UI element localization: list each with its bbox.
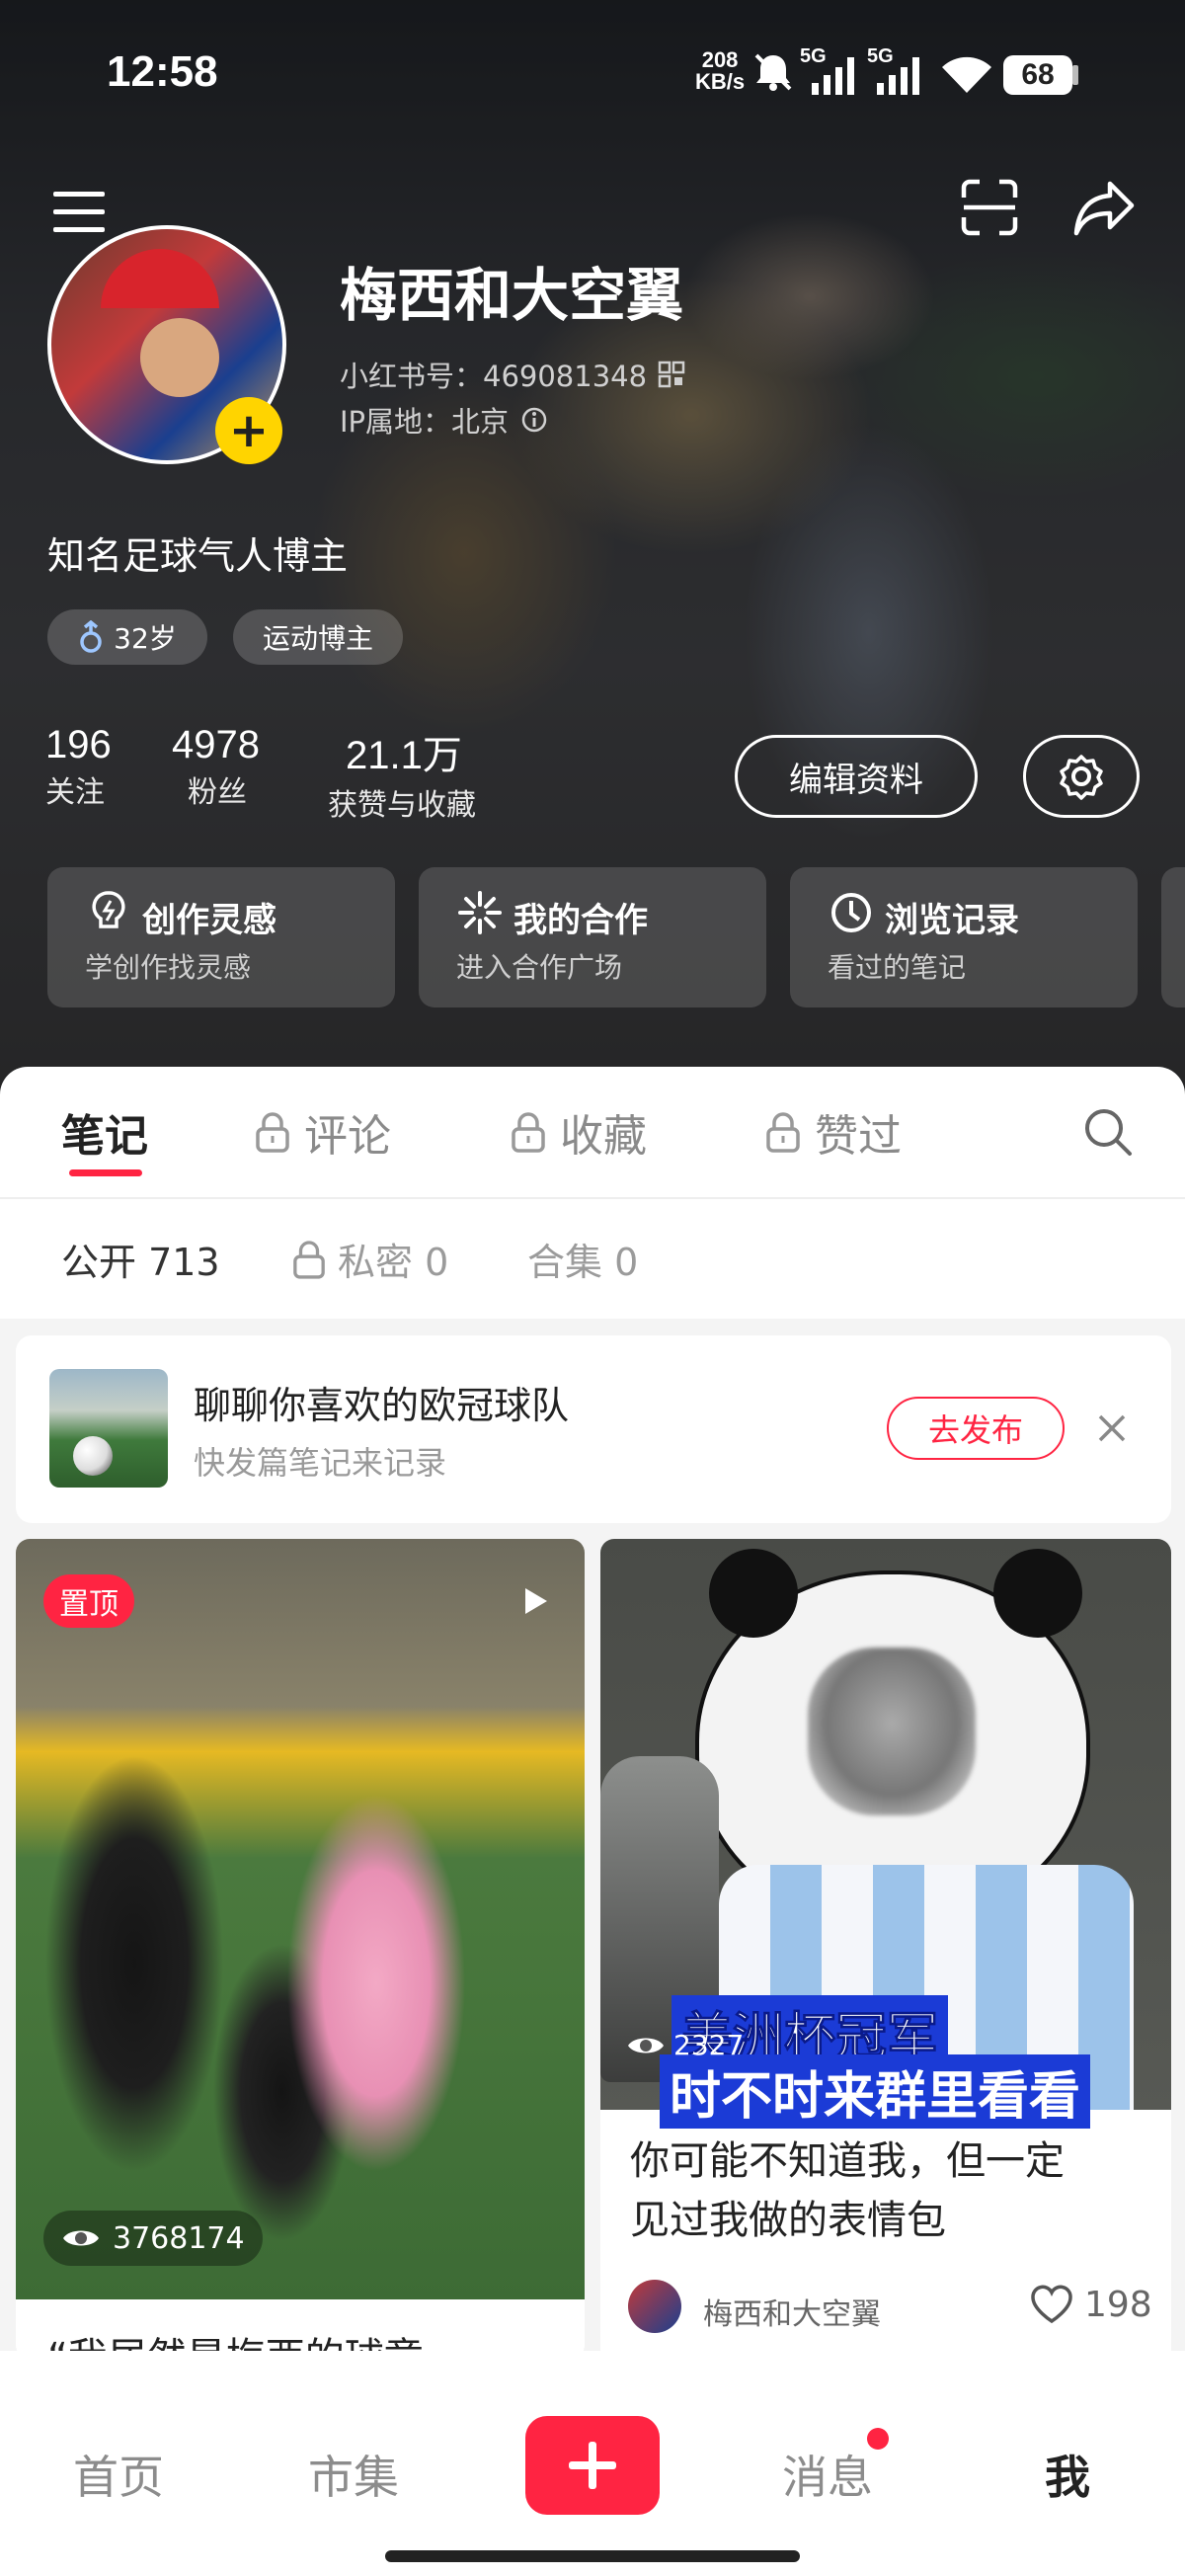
bottom-navigation (0, 2351, 1185, 2576)
views-pill: 3768174 (43, 2211, 263, 2266)
like-button[interactable]: 198 (1029, 2284, 1152, 2325)
video-play-icon (525, 1588, 547, 1614)
post-card-meme[interactable]: 美洲杯冠军 时不时来群里看看 2327 你可能不知道我，但一定 见过我做的表情包… (600, 1539, 1171, 2369)
prompt-thumbnail (49, 1369, 168, 1488)
meme-caption-2: 时不时来群里看看 (660, 2054, 1091, 2129)
pinned-badge: 置顶 (43, 1574, 134, 1628)
post-image-match (16, 1539, 585, 2299)
author-avatar[interactable] (628, 2280, 681, 2333)
views-pill: 2327 (626, 2029, 744, 2061)
post-image-meme: 美洲杯冠军 时不时来群里看看 2327 (600, 1539, 1171, 2129)
eye-icon (63, 2230, 99, 2246)
prompt-subtitle: 快发篇笔记来记录 (194, 1444, 447, 1482)
football-image (73, 1436, 113, 1476)
post-card-pinned[interactable]: 置顶 3768174 “我居然是梅西的球童 (16, 1539, 585, 2359)
publish-prompt-card[interactable]: 聊聊你喜欢的欧冠球队 快发篇笔记来记录 去发布 (16, 1335, 1171, 1523)
heart-icon (1031, 2285, 1072, 2324)
author-name[interactable]: 梅西和大空翼 (703, 2290, 881, 2333)
prompt-title: 聊聊你喜欢的欧冠球队 (194, 1384, 570, 1427)
publish-button[interactable]: 去发布 (887, 1397, 1065, 1460)
panda-ear-right (993, 1549, 1082, 1638)
eye-icon (628, 2038, 664, 2053)
post-title: 你可能不知道我，但一定 见过我做的表情包 (630, 2138, 1065, 2243)
panda-ear-left (709, 1549, 798, 1638)
meme-face (808, 1648, 976, 1815)
close-icon[interactable] (1094, 1410, 1130, 1446)
